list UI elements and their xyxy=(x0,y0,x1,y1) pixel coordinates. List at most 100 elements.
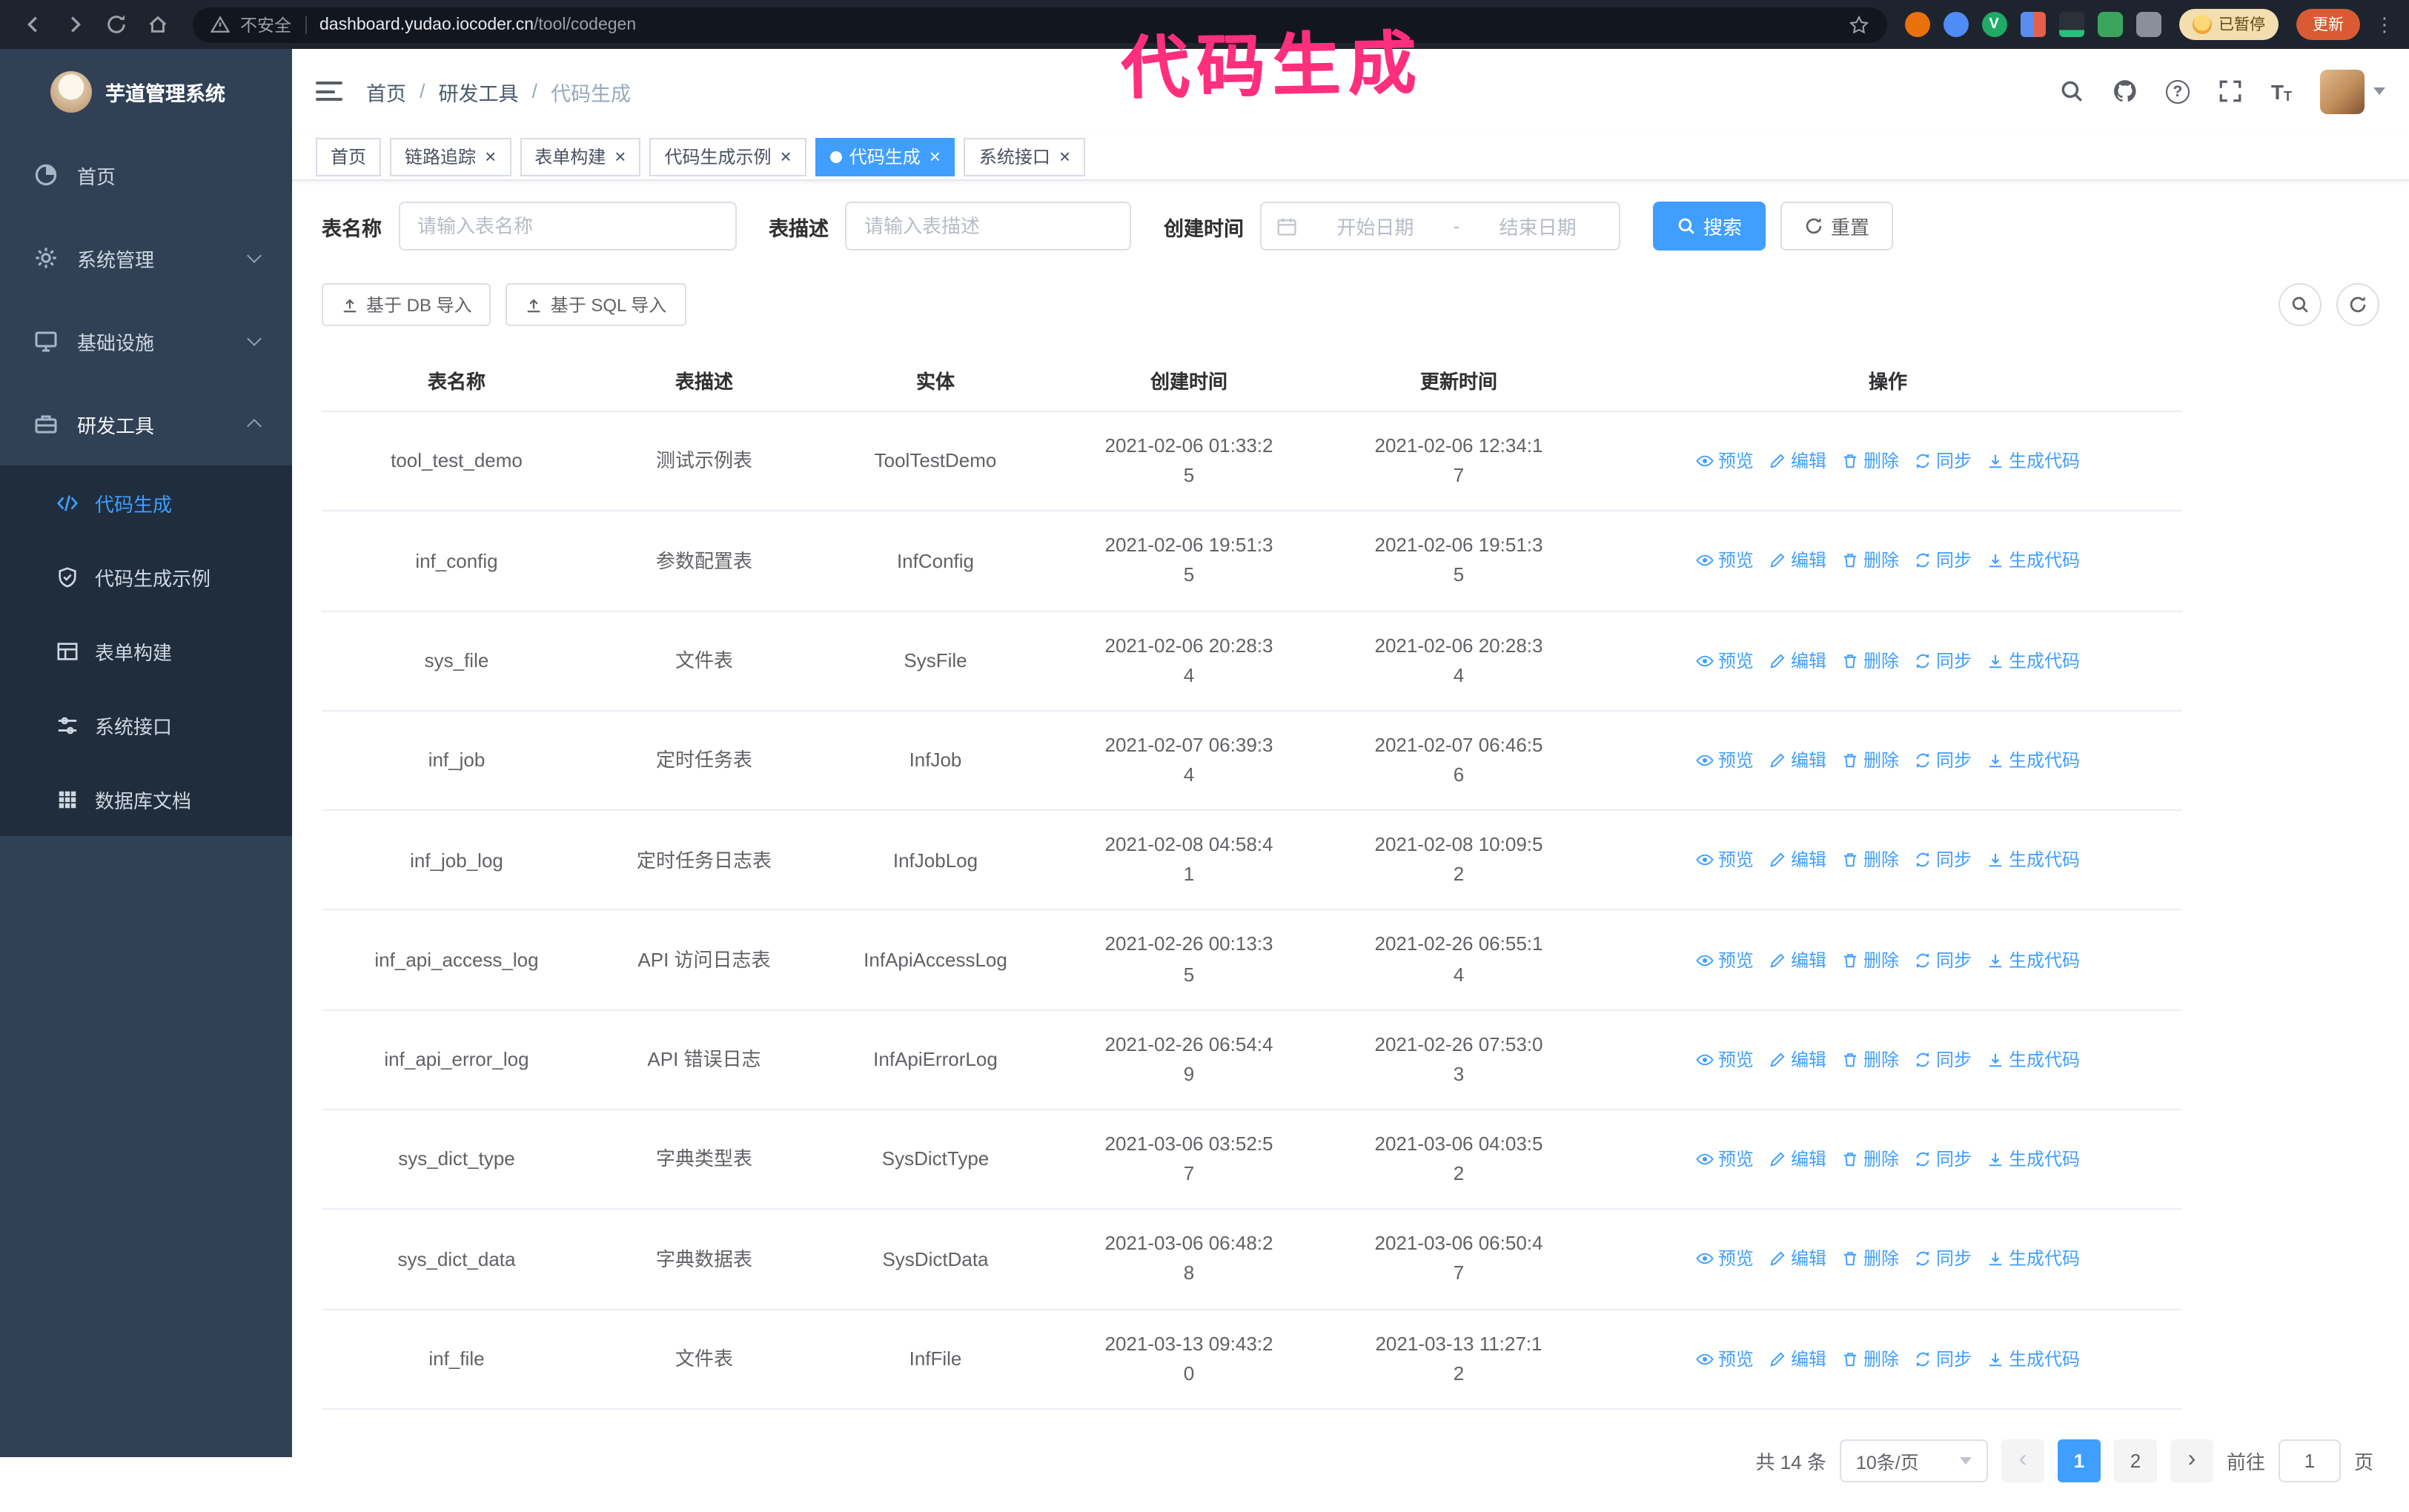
action-preview[interactable]: 预览 xyxy=(1696,647,1754,674)
sidebar-item-home[interactable]: 首页 xyxy=(0,133,292,216)
action-edit[interactable]: 编辑 xyxy=(1769,1246,1826,1273)
search-icon[interactable] xyxy=(2059,79,2084,104)
action-generate[interactable]: 生成代码 xyxy=(1986,946,2080,973)
action-delete[interactable]: 删除 xyxy=(1841,747,1899,774)
tab-close-icon[interactable]: × xyxy=(1059,147,1070,166)
extension-icon-6[interactable] xyxy=(2097,12,2122,37)
action-edit[interactable]: 编辑 xyxy=(1769,946,1826,973)
search-button[interactable]: 搜索 xyxy=(1653,202,1766,251)
sidebar-item-codegen-example[interactable]: 代码生成示例 xyxy=(0,540,292,614)
prev-page-button[interactable]: ‹ xyxy=(2001,1439,2044,1482)
action-generate[interactable]: 生成代码 xyxy=(1986,548,2080,574)
action-generate[interactable]: 生成代码 xyxy=(1986,1246,2080,1273)
action-delete[interactable]: 删除 xyxy=(1841,548,1899,574)
tab-close-icon[interactable]: × xyxy=(781,147,792,166)
action-preview[interactable]: 预览 xyxy=(1696,1246,1754,1273)
tab-codegen-example[interactable]: 代码生成示例 × xyxy=(649,137,806,176)
action-preview[interactable]: 预览 xyxy=(1696,946,1754,973)
action-generate[interactable]: 生成代码 xyxy=(1986,1047,2080,1073)
action-sync[interactable]: 同步 xyxy=(1914,847,1972,874)
action-sync[interactable]: 同步 xyxy=(1914,1345,1972,1372)
action-edit[interactable]: 编辑 xyxy=(1769,1047,1826,1073)
sidebar-item-form-builder[interactable]: 表单构建 xyxy=(0,614,292,688)
action-preview[interactable]: 预览 xyxy=(1696,1345,1754,1372)
action-edit[interactable]: 编辑 xyxy=(1769,1146,1826,1173)
font-size-icon[interactable]: TT xyxy=(2271,79,2292,103)
date-end-placeholder[interactable]: 结束日期 xyxy=(1471,212,1604,240)
help-icon[interactable]: ? xyxy=(2165,79,2190,103)
action-edit[interactable]: 编辑 xyxy=(1769,548,1826,574)
action-preview[interactable]: 预览 xyxy=(1696,747,1754,774)
tab-close-icon[interactable]: × xyxy=(485,147,496,166)
tab-tracing[interactable]: 链路追踪 × xyxy=(390,137,511,176)
action-sync[interactable]: 同步 xyxy=(1914,1246,1972,1273)
action-edit[interactable]: 编辑 xyxy=(1769,747,1826,774)
action-sync[interactable]: 同步 xyxy=(1914,647,1972,674)
action-edit[interactable]: 编辑 xyxy=(1769,647,1826,674)
fullscreen-icon[interactable] xyxy=(2218,79,2243,104)
sidebar-item-codegen[interactable]: 代码生成 xyxy=(0,465,292,540)
browser-back-button[interactable] xyxy=(15,7,50,42)
import-db-button[interactable]: 基于 DB 导入 xyxy=(322,283,491,326)
sidebar-item-api[interactable]: 系统接口 xyxy=(0,688,292,762)
refresh-table-button[interactable] xyxy=(2336,283,2379,326)
extension-icon-1[interactable] xyxy=(1904,12,1929,37)
sidebar-item-db-doc[interactable]: 数据库文档 xyxy=(0,762,292,836)
page-size-select[interactable]: 10条/页 xyxy=(1839,1439,1988,1482)
tab-close-icon[interactable]: × xyxy=(930,147,941,166)
table-desc-input[interactable] xyxy=(864,215,1112,237)
date-start-placeholder[interactable]: 开始日期 xyxy=(1309,212,1442,240)
action-edit[interactable]: 编辑 xyxy=(1769,847,1826,874)
next-page-button[interactable]: › xyxy=(2170,1439,2213,1482)
action-generate[interactable]: 生成代码 xyxy=(1986,1345,2080,1372)
breadcrumb-item[interactable]: 首页 xyxy=(366,76,406,106)
action-delete[interactable]: 删除 xyxy=(1841,1047,1899,1073)
import-sql-button[interactable]: 基于 SQL 导入 xyxy=(506,283,686,326)
extension-icon-3[interactable]: V xyxy=(1981,12,2007,37)
action-generate[interactable]: 生成代码 xyxy=(1986,448,2080,474)
action-sync[interactable]: 同步 xyxy=(1914,946,1972,973)
action-delete[interactable]: 删除 xyxy=(1841,448,1899,474)
action-generate[interactable]: 生成代码 xyxy=(1986,647,2080,674)
action-delete[interactable]: 删除 xyxy=(1841,1146,1899,1173)
address-bar[interactable]: 不安全 dashboard.yudao.iocoder.cn/tool/code… xyxy=(193,7,1886,42)
date-range-picker[interactable]: 开始日期 - 结束日期 xyxy=(1260,202,1620,251)
profile-paused-badge[interactable]: 已暂停 xyxy=(2178,9,2279,40)
action-preview[interactable]: 预览 xyxy=(1696,1047,1754,1073)
browser-home-button[interactable] xyxy=(139,7,175,42)
action-generate[interactable]: 生成代码 xyxy=(1986,747,2080,774)
extension-icon-2[interactable] xyxy=(1943,12,1968,37)
action-sync[interactable]: 同步 xyxy=(1914,747,1972,774)
breadcrumb-item[interactable]: 研发工具 xyxy=(439,76,519,106)
page-button-1[interactable]: 1 xyxy=(2057,1439,2101,1482)
browser-forward-button[interactable] xyxy=(56,7,92,42)
action-edit[interactable]: 编辑 xyxy=(1769,1345,1826,1372)
action-delete[interactable]: 删除 xyxy=(1841,847,1899,874)
action-delete[interactable]: 删除 xyxy=(1841,946,1899,973)
hamburger-icon[interactable] xyxy=(316,82,342,101)
sidebar-item-devtools[interactable]: 研发工具 xyxy=(0,382,292,465)
action-sync[interactable]: 同步 xyxy=(1914,448,1972,474)
extension-icon-5[interactable] xyxy=(2058,12,2084,37)
security-label[interactable]: 不安全 xyxy=(240,13,291,36)
page-button-2[interactable]: 2 xyxy=(2113,1439,2157,1482)
sidebar-logo[interactable]: 芋道管理系统 xyxy=(0,49,292,133)
browser-update-button[interactable]: 更新 xyxy=(2296,9,2360,40)
reset-button[interactable]: 重置 xyxy=(1780,202,1894,251)
extension-icon-4[interactable] xyxy=(2020,12,2045,37)
action-preview[interactable]: 预览 xyxy=(1696,448,1754,474)
tab-codegen[interactable]: 代码生成 × xyxy=(815,137,955,176)
action-preview[interactable]: 预览 xyxy=(1696,847,1754,874)
action-sync[interactable]: 同步 xyxy=(1914,1146,1972,1173)
table-name-input[interactable] xyxy=(417,215,717,237)
action-delete[interactable]: 删除 xyxy=(1841,1345,1899,1372)
action-sync[interactable]: 同步 xyxy=(1914,1047,1972,1073)
action-delete[interactable]: 删除 xyxy=(1841,1246,1899,1273)
action-delete[interactable]: 删除 xyxy=(1841,647,1899,674)
action-preview[interactable]: 预览 xyxy=(1696,1146,1754,1173)
browser-menu-icon[interactable]: ⋮ xyxy=(2375,13,2394,36)
toggle-search-button[interactable] xyxy=(2279,283,2322,326)
sidebar-item-system[interactable]: 系统管理 xyxy=(0,216,292,299)
bookmark-star-icon[interactable] xyxy=(1848,14,1869,35)
action-generate[interactable]: 生成代码 xyxy=(1986,1146,2080,1173)
